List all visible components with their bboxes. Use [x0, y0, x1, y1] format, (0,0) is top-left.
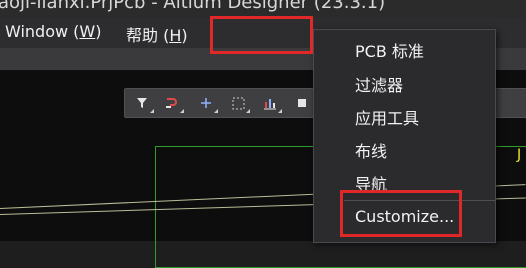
- route-icon[interactable]: [163, 94, 184, 113]
- place-icon[interactable]: [293, 94, 311, 112]
- menu-item-utilities[interactable]: 应用工具: [355, 105, 419, 129]
- toolbar-overflow: [494, 88, 526, 118]
- menu-item-pcb-standard[interactable]: PCB 标准: [355, 38, 424, 62]
- menu-window[interactable]: Window (W): [5, 22, 102, 41]
- designator-label: J: [517, 147, 522, 163]
- menu-item-filter[interactable]: 过滤器: [355, 72, 403, 96]
- menu-item-wiring[interactable]: 布线: [355, 138, 387, 162]
- highlight-box: [210, 16, 313, 54]
- active-bar: [124, 88, 316, 118]
- highlight-box: [340, 190, 462, 237]
- filter-icon[interactable]: [133, 94, 154, 113]
- add-icon[interactable]: [197, 94, 218, 113]
- menu-help[interactable]: 帮助 (H): [126, 22, 188, 46]
- window-title: aoji-lianxi.PrjPcb - Altium Designer (23…: [0, 0, 386, 13]
- select-rect-icon[interactable]: [229, 94, 250, 113]
- align-chart-icon[interactable]: [261, 94, 282, 113]
